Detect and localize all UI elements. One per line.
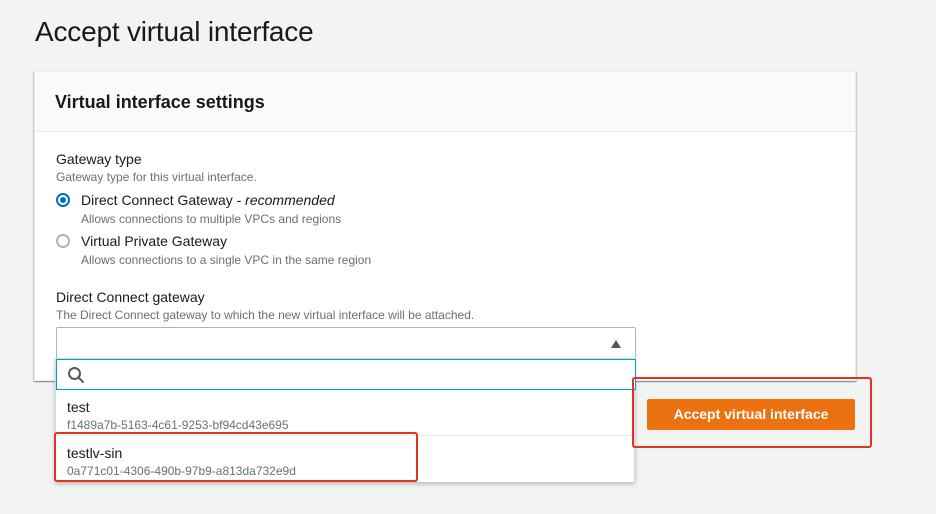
search-icon xyxy=(68,367,84,383)
dc-gateway-dropdown: test f1489a7b-5163-4c61-9253-bf94cd43e69… xyxy=(55,358,636,482)
radio-virtual-private-gateway[interactable]: Virtual Private Gateway Allows connectio… xyxy=(56,232,371,267)
dropdown-option-test[interactable]: test f1489a7b-5163-4c61-9253-bf94cd43e69… xyxy=(56,391,634,436)
radio-description: Allows connections to a single VPC in th… xyxy=(81,253,372,267)
radio-label: Virtual Private Gateway xyxy=(81,233,228,249)
option-label: testlv-sin xyxy=(67,445,123,461)
radio-label: Direct Connect Gateway - recommended xyxy=(81,192,335,208)
dropdown-option-testlv-sin[interactable]: testlv-sin 0a771c01-4306-490b-97b9-a813d… xyxy=(56,437,634,482)
panel-title: Virtual interface settings xyxy=(55,92,265,112)
page-title: Accept virtual interface xyxy=(35,16,314,47)
option-label: test xyxy=(67,399,90,415)
radio-description: Allows connections to multiple VPCs and … xyxy=(81,212,342,226)
panel-header: Virtual interface settings xyxy=(35,72,855,132)
accept-virtual-interface-button[interactable]: Accept virtual interface xyxy=(647,399,855,430)
option-id: f1489a7b-5163-4c61-9253-bf94cd43e695 xyxy=(67,418,289,432)
dropdown-search-box[interactable] xyxy=(56,359,636,390)
gateway-type-description: Gateway type for this virtual interface. xyxy=(56,170,257,184)
caret-up-icon[interactable] xyxy=(611,340,621,348)
option-id: 0a771c01-4306-490b-97b9-a813da732e9d xyxy=(67,464,296,478)
radio-direct-connect-gateway[interactable]: Direct Connect Gateway - recommended All… xyxy=(56,191,341,226)
dc-gateway-description: The Direct Connect gateway to which the … xyxy=(56,308,475,322)
radio-button-unchecked[interactable] xyxy=(56,234,70,248)
dc-gateway-label: Direct Connect gateway xyxy=(56,289,205,305)
dropdown-search-input[interactable] xyxy=(93,362,623,387)
gateway-type-label: Gateway type xyxy=(56,151,142,167)
dc-gateway-select[interactable] xyxy=(56,327,636,359)
radio-button-checked[interactable] xyxy=(56,193,70,207)
virtual-interface-settings-panel: Virtual interface settings Gateway type … xyxy=(34,71,856,381)
